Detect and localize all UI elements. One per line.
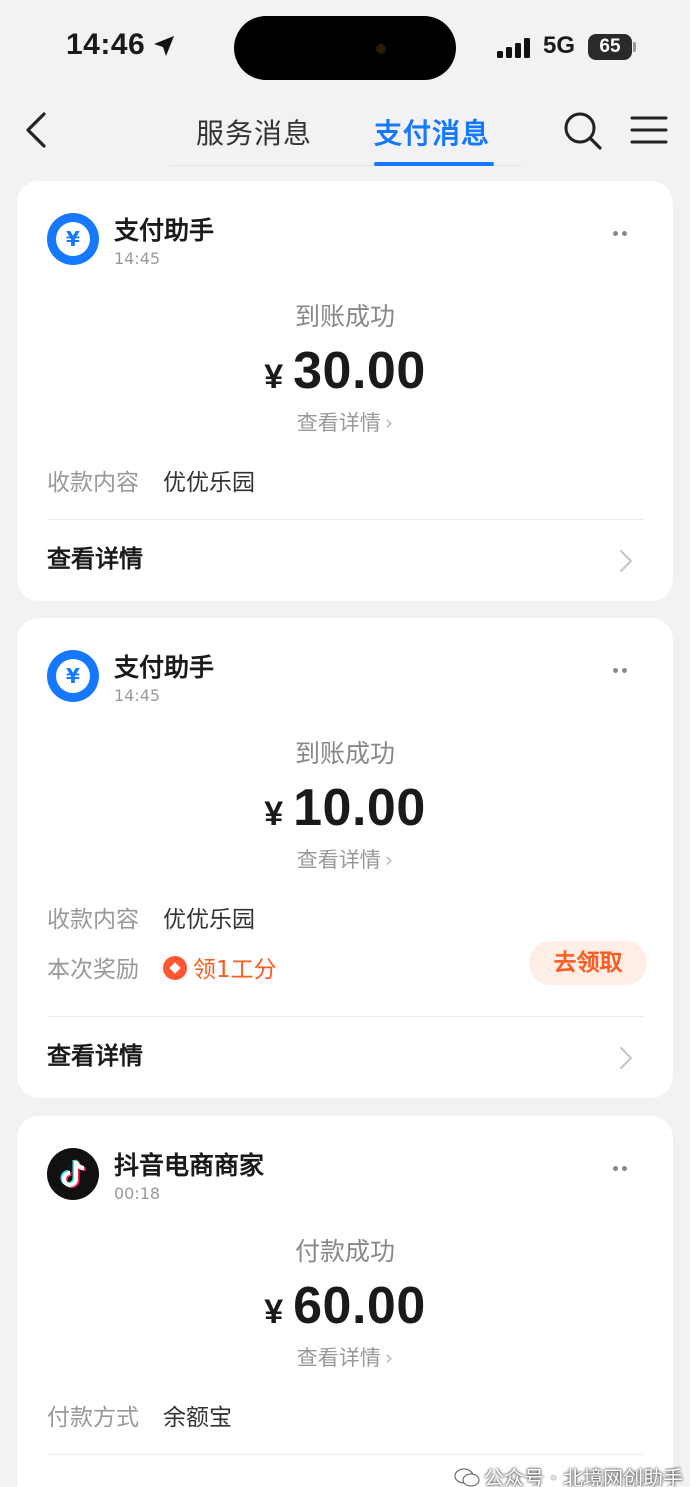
chevron-right-icon bbox=[620, 1047, 633, 1069]
reward-row: 本次奖励 领1工分 bbox=[47, 950, 277, 984]
detail-label: 查看详情 bbox=[47, 545, 143, 573]
chevron-right-icon: › bbox=[384, 1346, 394, 1370]
active-tab-indicator bbox=[374, 162, 494, 166]
view-details-label: 查看详情 bbox=[296, 848, 381, 872]
payment-status: 付款成功 bbox=[294, 1237, 395, 1266]
amount-value: 10.00 bbox=[293, 779, 426, 837]
tab-payment-messages[interactable]: 支付消息 bbox=[374, 112, 490, 152]
dynamic-island bbox=[234, 16, 456, 80]
douyin-logo-icon bbox=[47, 1148, 99, 1200]
search-icon[interactable] bbox=[562, 110, 604, 152]
message-time: 14:45 bbox=[114, 686, 161, 705]
payment-status: 到账成功 bbox=[294, 739, 395, 768]
detail-label: 查看详情 bbox=[47, 1042, 143, 1070]
top-nav: 服务消息 支付消息 bbox=[0, 96, 690, 170]
reward-diamond-icon bbox=[163, 956, 187, 980]
view-details-link[interactable]: 查看详情 › bbox=[17, 407, 673, 437]
watermark-text: 公众号 · 北境网创助手 bbox=[484, 1466, 684, 1487]
wechat-icon bbox=[454, 1468, 480, 1487]
info-value: 余额宝 bbox=[163, 1405, 232, 1431]
status-time: 14:46 bbox=[66, 28, 146, 61]
payment-amount: ¥10.00 bbox=[17, 778, 673, 838]
info-row: 付款方式 余额宝 bbox=[47, 1398, 232, 1432]
message-time: 14:45 bbox=[114, 249, 161, 268]
view-details-row[interactable]: 查看详情 bbox=[47, 1036, 643, 1076]
payment-amount: ¥60.00 bbox=[17, 1276, 673, 1336]
info-label: 本次奖励 bbox=[47, 957, 139, 983]
payment-status: 到账成功 bbox=[294, 302, 395, 331]
chevron-right-icon: › bbox=[384, 848, 394, 872]
status-bar: 14:46 5G 65 bbox=[0, 0, 690, 96]
currency-symbol: ¥ bbox=[264, 1293, 284, 1331]
location-arrow-icon bbox=[154, 36, 174, 56]
chevron-right-icon: › bbox=[384, 411, 394, 435]
back-arrow-icon[interactable] bbox=[20, 110, 60, 150]
payment-message-card: ¥ 支付助手 14:45 到账成功 ¥30.00 查看详情 › 收款内容 优优乐园 … bbox=[17, 181, 673, 601]
view-details-label: 查看详情 bbox=[296, 411, 381, 435]
view-details-label: 查看详情 bbox=[296, 1346, 381, 1370]
info-row: 收款内容 优优乐园 bbox=[47, 463, 255, 497]
yuan-bubble-icon: ¥ bbox=[47, 213, 99, 265]
info-label: 付款方式 bbox=[47, 1405, 139, 1431]
menu-icon[interactable] bbox=[630, 114, 668, 146]
info-row: 收款内容 优优乐园 bbox=[47, 900, 255, 934]
sender-name: 抖音电商商家 bbox=[114, 1151, 265, 1180]
reward-value: 领1工分 bbox=[193, 957, 277, 983]
battery-tip bbox=[633, 42, 636, 52]
sender-name: 支付助手 bbox=[114, 216, 215, 245]
currency-symbol: ¥ bbox=[264, 795, 284, 833]
payment-message-card: 抖音电商商家 00:18 付款成功 ¥60.00 查看详情 › 付款方式 余额宝 bbox=[17, 1116, 673, 1487]
yuan-bubble-icon: ¥ bbox=[47, 650, 99, 702]
payment-message-card: ¥ 支付助手 14:45 到账成功 ¥10.00 查看详情 › 收款内容 优优乐园 … bbox=[17, 618, 673, 1098]
info-label: 收款内容 bbox=[47, 907, 139, 933]
battery-level: 65 bbox=[599, 36, 621, 57]
more-options-icon[interactable] bbox=[613, 1156, 635, 1171]
info-value: 优优乐园 bbox=[163, 907, 255, 933]
payment-amount: ¥30.00 bbox=[17, 341, 673, 401]
info-label: 收款内容 bbox=[47, 470, 139, 496]
claim-reward-button[interactable]: 去领取 bbox=[529, 941, 647, 985]
card-divider bbox=[47, 519, 643, 520]
more-options-icon[interactable] bbox=[613, 658, 635, 673]
network-type: 5G bbox=[543, 32, 576, 59]
message-time: 00:18 bbox=[114, 1184, 161, 1203]
tab-service-messages[interactable]: 服务消息 bbox=[196, 112, 312, 152]
chevron-right-icon bbox=[620, 550, 633, 572]
card-divider bbox=[47, 1454, 643, 1455]
watermark: 公众号 · 北境网创助手 bbox=[454, 1462, 683, 1487]
sender-name: 支付助手 bbox=[114, 653, 215, 682]
currency-symbol: ¥ bbox=[264, 358, 284, 396]
view-details-link[interactable]: 查看详情 › bbox=[17, 1342, 673, 1372]
amount-value: 30.00 bbox=[293, 342, 426, 400]
battery-icon: 65 bbox=[588, 34, 632, 60]
view-details-row[interactable]: 查看详情 bbox=[47, 539, 643, 579]
signal-icon bbox=[497, 38, 530, 58]
amount-value: 60.00 bbox=[293, 1277, 426, 1335]
info-value: 优优乐园 bbox=[163, 470, 255, 496]
card-divider bbox=[47, 1016, 643, 1017]
view-details-link[interactable]: 查看详情 › bbox=[17, 844, 673, 874]
more-options-icon[interactable] bbox=[613, 221, 635, 236]
